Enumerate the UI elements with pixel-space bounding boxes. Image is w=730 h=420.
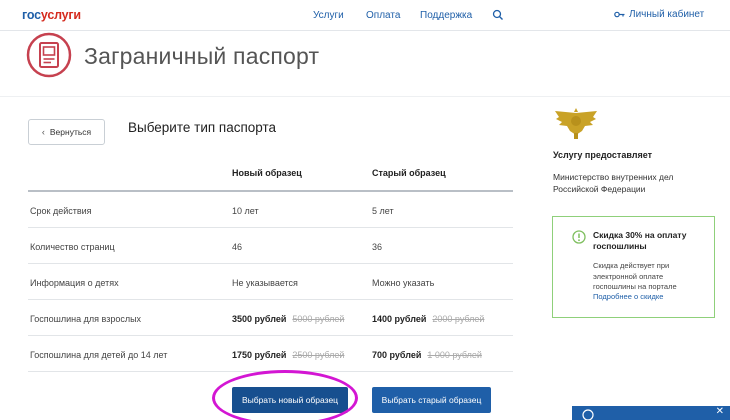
nav-payment[interactable]: Оплата xyxy=(366,10,400,21)
price-original: 5000 рублей xyxy=(292,314,345,324)
row-label: Информация о детях xyxy=(30,278,119,288)
table-row: Количество страниц 46 36 xyxy=(28,228,513,264)
column-header-new: Новый образец xyxy=(232,168,302,178)
back-button[interactable]: ‹ Вернуться xyxy=(28,119,105,145)
old-passport-price: 1400 рублей 2000 рублей xyxy=(372,314,484,324)
old-passport-value: 36 xyxy=(372,242,383,252)
old-passport-price: 700 рублей 1 000 рублей xyxy=(372,350,482,360)
gosuslugi-logo[interactable]: госуслуги xyxy=(22,8,81,22)
provider-label: Услугу предоставляет xyxy=(553,150,653,160)
price-discounted: 1400 рублей xyxy=(372,314,427,324)
top-header: госуслуги Услуги Оплата Поддержка Личный… xyxy=(0,0,730,31)
choose-old-passport-button[interactable]: Выбрать старый образец xyxy=(372,387,491,413)
table-row: Госпошлина для детей до 14 лет 1750 рубл… xyxy=(28,336,513,372)
nav-support[interactable]: Поддержка xyxy=(420,10,472,21)
page-title: Заграничный паспорт xyxy=(84,43,320,69)
logo-part-uslugi: услуги xyxy=(40,8,81,22)
price-discounted: 700 рублей xyxy=(372,350,422,360)
provider-name: Министерство внутренних дел Российской Ф… xyxy=(553,172,674,194)
row-label: Срок действия xyxy=(30,206,92,216)
table-row: Срок действия 10 лет 5 лет xyxy=(28,192,513,228)
search-icon[interactable] xyxy=(492,9,504,21)
info-exclamation-icon xyxy=(572,230,586,244)
old-passport-value: 5 лет xyxy=(372,206,394,216)
personal-cabinet-link[interactable]: Личный кабинет xyxy=(614,9,704,20)
personal-cabinet-label: Личный кабинет xyxy=(629,9,705,20)
highlight-circle xyxy=(212,370,358,420)
table-row: Госпошлина для взрослых 3500 рублей 5000 … xyxy=(28,300,513,336)
new-passport-value: 46 xyxy=(232,242,243,252)
passport-icon xyxy=(26,32,72,78)
mvd-emblem-icon xyxy=(555,108,597,139)
new-passport-price: 3500 рублей 5000 рублей xyxy=(232,314,344,324)
nav-services[interactable]: Услуги xyxy=(313,10,344,21)
promo-text: Скидка действует при электронной оплате … xyxy=(593,261,677,291)
row-label: Количество страниц xyxy=(30,242,115,252)
new-passport-price: 1750 рублей 2500 рублей xyxy=(232,350,344,360)
promo-title: Скидка 30% на оплату госпошлины xyxy=(593,230,687,251)
discount-promo-box: Скидка 30% на оплату госпошлины Скидка д… xyxy=(552,216,715,318)
new-passport-value: 10 лет xyxy=(232,206,259,216)
price-original: 2500 рублей xyxy=(292,350,345,360)
key-icon xyxy=(614,11,625,18)
new-passport-value: Не указывается xyxy=(232,278,298,288)
promo-details-link[interactable]: Подробнее о скидке xyxy=(593,292,663,301)
close-icon[interactable]: ✕ xyxy=(716,407,724,417)
chevron-left-icon: ‹ xyxy=(41,127,45,137)
price-discounted: 3500 рублей xyxy=(232,314,287,324)
row-label: Госпошлина для взрослых xyxy=(30,314,142,324)
table-row: Информация о детях Не указывается Можно … xyxy=(28,264,513,300)
title-divider xyxy=(0,96,730,97)
section-heading: Выберите тип паспорта xyxy=(128,120,277,135)
price-discounted: 1750 рублей xyxy=(232,350,287,360)
chat-smiley-icon xyxy=(582,409,594,420)
back-button-label: Вернуться xyxy=(49,127,92,137)
column-header-old: Старый образец xyxy=(372,168,446,178)
price-original: 1 000 рублей xyxy=(427,350,482,360)
price-original: 2000 рублей xyxy=(432,314,485,324)
logo-part-gos: гос xyxy=(22,8,41,22)
chat-widget-bar[interactable]: ✕ xyxy=(572,406,730,420)
old-passport-value: Можно указать xyxy=(372,278,435,288)
row-label: Госпошлина для детей до 14 лет xyxy=(30,350,168,360)
